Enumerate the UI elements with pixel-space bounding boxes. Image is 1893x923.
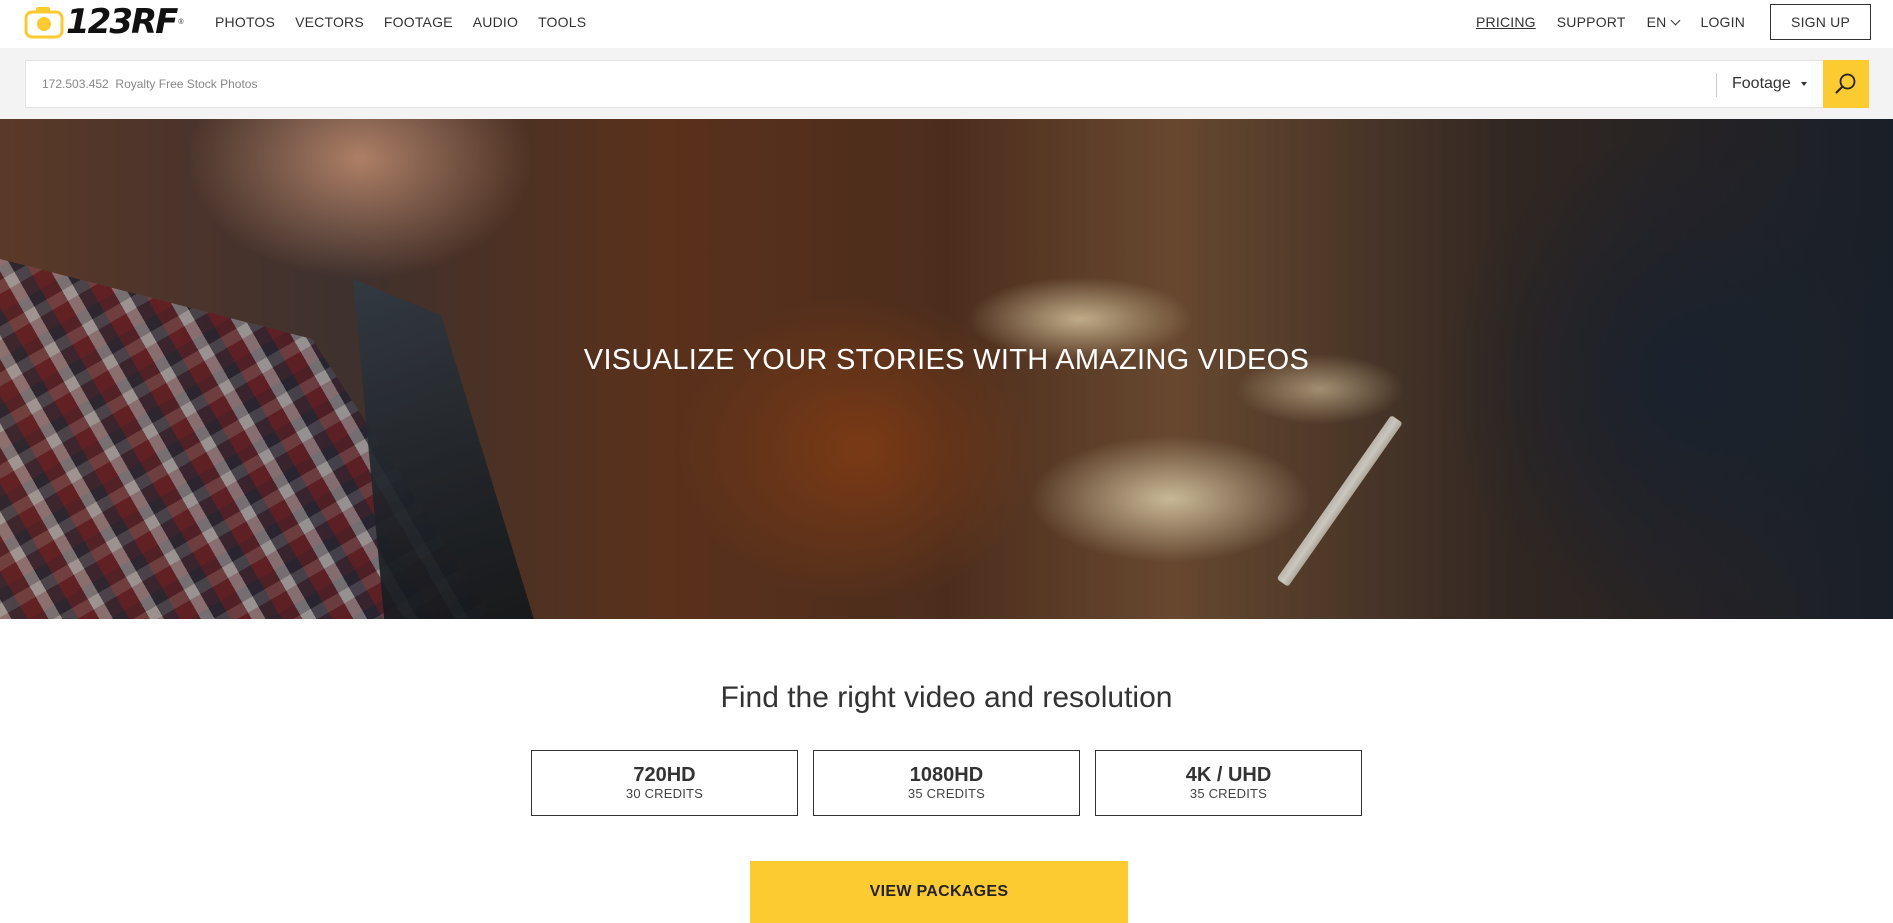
resolution-card-1080hd[interactable]: 1080HD 35 CREDITS <box>813 750 1080 816</box>
hero-title: VISUALIZE YOUR STORIES WITH AMAZING VIDE… <box>583 344 1310 376</box>
search-button[interactable] <box>1823 60 1869 108</box>
search-band: Footage <box>0 48 1893 119</box>
language-selector[interactable]: EN <box>1646 14 1681 30</box>
resolution-options: 720HD 30 CREDITS 1080HD 35 CREDITS 4K / … <box>531 750 1362 816</box>
resolution-card-720hd[interactable]: 720HD 30 CREDITS <box>531 750 798 816</box>
media-type-dropdown[interactable]: Footage <box>1732 61 1807 107</box>
nav-support[interactable]: SUPPORT <box>1557 14 1626 30</box>
site-logo[interactable]: 123RF ® <box>24 2 184 42</box>
view-packages-button[interactable]: VIEW PACKAGES <box>750 861 1128 923</box>
nav-tools[interactable]: TOOLS <box>538 14 586 30</box>
search-bar: Footage <box>25 60 1869 108</box>
caret-down-icon <box>1800 82 1807 86</box>
nav-photos[interactable]: PHOTOS <box>215 14 275 30</box>
logo-wordmark: 123RF <box>66 2 178 42</box>
registered-mark: ® <box>178 19 184 26</box>
nav-footage[interactable]: FOOTAGE <box>384 14 453 30</box>
resolution-credits: 35 CREDITS <box>907 786 986 801</box>
search-icon <box>1835 73 1856 94</box>
resolution-name: 4K / UHD <box>1185 764 1272 786</box>
signup-button[interactable]: SIGN UP <box>1770 4 1871 40</box>
nav-login[interactable]: LOGIN <box>1700 14 1745 30</box>
primary-nav: PHOTOS VECTORS FOOTAGE AUDIO TOOLS <box>215 0 606 44</box>
top-navigation: 123RF ® PHOTOS VECTORS FOOTAGE AUDIO TOOL… <box>0 0 1893 44</box>
camera-logo-icon <box>24 7 64 39</box>
hero-banner: VISUALIZE YOUR STORIES WITH AMAZING VIDE… <box>0 119 1893 619</box>
media-type-value: Footage <box>1732 75 1791 92</box>
search-input[interactable] <box>26 61 1716 107</box>
resolution-credits: 30 CREDITS <box>625 786 704 801</box>
search-divider <box>1716 73 1717 97</box>
resolution-name: 720HD <box>633 764 696 786</box>
account-nav: PRICING SUPPORT EN LOGIN SIGN UP <box>1455 0 1871 44</box>
resolution-card-4k-uhd[interactable]: 4K / UHD 35 CREDITS <box>1095 750 1362 816</box>
resolution-name: 1080HD <box>909 764 984 786</box>
language-label: EN <box>1646 14 1667 30</box>
resolution-credits: 35 CREDITS <box>1189 786 1268 801</box>
nav-audio[interactable]: AUDIO <box>473 14 518 30</box>
nav-vectors[interactable]: VECTORS <box>295 14 364 30</box>
resolution-heading: Find the right video and resolution <box>720 681 1173 714</box>
nav-pricing[interactable]: PRICING <box>1476 14 1536 30</box>
chevron-down-icon <box>1671 15 1681 25</box>
